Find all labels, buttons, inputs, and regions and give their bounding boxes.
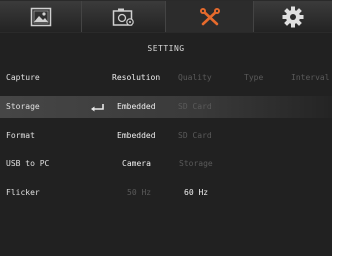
row-label: Flicker <box>6 188 40 197</box>
tools-icon <box>199 7 220 25</box>
option-quality[interactable]: Quality <box>178 73 212 82</box>
row-label: USB to PC <box>6 159 50 168</box>
option-resolution[interactable]: Resolution <box>112 73 160 82</box>
row-label: Storage <box>6 102 40 111</box>
row-label: Capture <box>6 73 40 82</box>
option-embedded[interactable]: Embedded <box>117 131 156 140</box>
gear-icon <box>282 6 304 27</box>
option-50hz[interactable]: 50 Hz <box>127 188 151 197</box>
tab-tools[interactable] <box>166 1 254 32</box>
tab-settings[interactable] <box>254 1 332 32</box>
option-type[interactable]: Type <box>244 73 263 82</box>
tab-bar <box>0 0 332 33</box>
option-interval[interactable]: Interval <box>291 73 330 82</box>
tab-image[interactable] <box>0 1 82 32</box>
menu-row-usb-to-pc[interactable]: USB to PC Camera Storage <box>0 153 332 175</box>
settings-screen: SETTING Capture Resolution Quality Type … <box>0 0 332 256</box>
option-60hz[interactable]: 60 Hz <box>184 188 208 197</box>
menu-row-flicker[interactable]: Flicker 50 Hz 60 Hz <box>0 182 332 204</box>
option-sd-card[interactable]: SD Card <box>178 102 212 111</box>
camera-settings-icon <box>112 8 134 26</box>
enter-arrow-icon <box>91 104 104 112</box>
page-title: SETTING <box>147 44 185 53</box>
option-embedded[interactable]: Embedded <box>117 102 156 111</box>
menu-row-format[interactable]: Format Embedded SD Card <box>0 125 332 147</box>
row-label: Format <box>6 131 35 140</box>
option-camera[interactable]: Camera <box>122 159 151 168</box>
option-storage[interactable]: Storage <box>179 159 213 168</box>
menu-row-capture[interactable]: Capture Resolution Quality Type Interval <box>0 67 332 89</box>
image-icon <box>30 7 51 26</box>
menu-row-storage[interactable]: Storage Embedded SD Card <box>0 96 332 118</box>
option-sd-card[interactable]: SD Card <box>178 131 212 140</box>
tab-camera-settings[interactable] <box>82 1 166 32</box>
